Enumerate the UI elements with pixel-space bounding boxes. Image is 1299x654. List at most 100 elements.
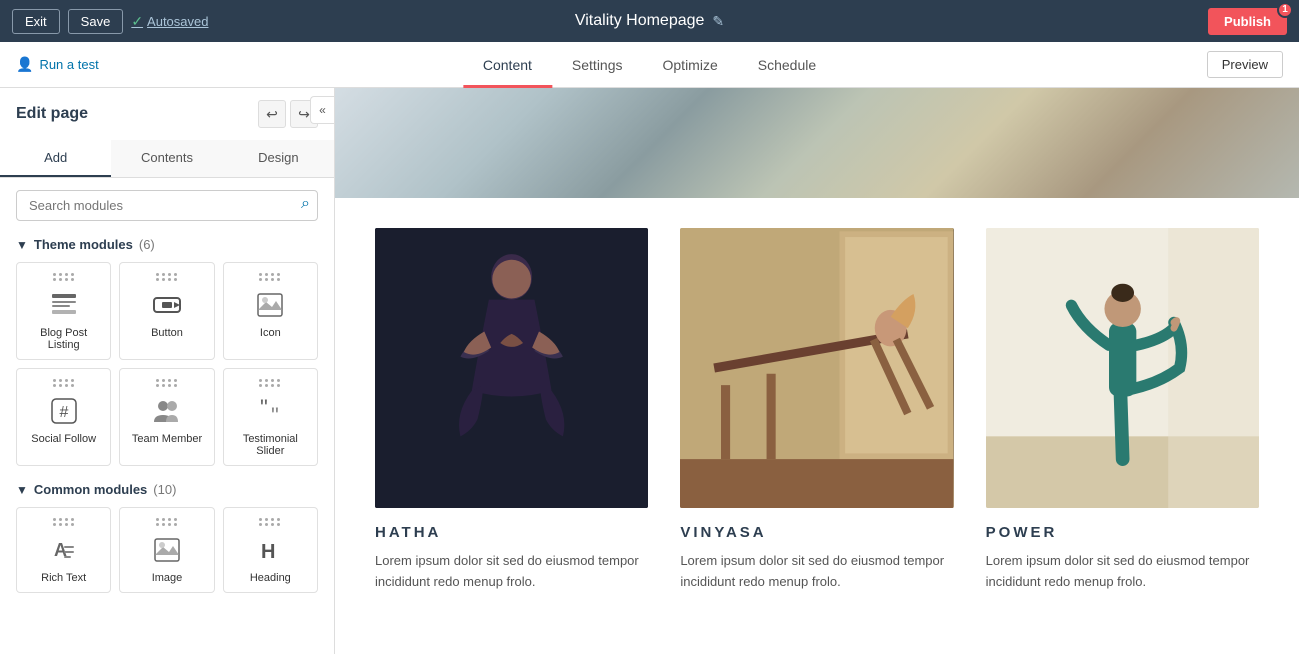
module-testimonial-slider[interactable]: " " Testimonial Slider xyxy=(223,368,318,466)
theme-modules-header[interactable]: ▼ Theme modules (6) xyxy=(16,237,318,252)
top-bar: Exit Save ✓ Autosaved Vitality Homepage … xyxy=(0,0,1299,42)
undo-button[interactable]: ↩ xyxy=(258,100,286,128)
checkmark-icon: ✓ xyxy=(131,13,143,30)
drag-dots xyxy=(259,379,281,387)
collapse-sidebar-button[interactable]: « xyxy=(310,96,334,124)
autosaved-link[interactable]: ✓ Autosaved xyxy=(131,13,208,30)
blog-post-listing-icon xyxy=(46,289,82,321)
search-icon[interactable]: ⌕ xyxy=(301,195,310,213)
module-social-follow[interactable]: # Social Follow xyxy=(16,368,111,466)
page-title: Vitality Homepage xyxy=(575,12,705,30)
image-module-icon xyxy=(149,534,185,566)
publish-button[interactable]: Publish 1 xyxy=(1208,8,1287,35)
module-icon[interactable]: Icon xyxy=(223,262,318,360)
icon-module-icon xyxy=(252,289,288,321)
card-power: POWER Lorem ipsum dolor sit sed do eiusm… xyxy=(986,228,1259,593)
exit-button[interactable]: Exit xyxy=(12,9,60,34)
card-vinyasa: VINYASA Lorem ipsum dolor sit sed do eiu… xyxy=(680,228,953,593)
common-chevron-icon: ▼ xyxy=(16,483,28,497)
card-text-hatha: Lorem ipsum dolor sit sed do eiusmod tem… xyxy=(375,551,648,593)
drag-dots xyxy=(53,518,75,526)
sidebar: « Edit page ↩ ↪ Add Contents Design ⌕ ▼ … xyxy=(0,88,335,654)
user-icon: 👤 xyxy=(16,56,33,73)
rich-text-icon: A xyxy=(46,534,82,566)
testimonial-slider-icon: " " xyxy=(252,395,288,427)
tab-content[interactable]: Content xyxy=(463,45,552,88)
top-bar-center: Vitality Homepage ✎ xyxy=(575,12,724,30)
module-blog-post-listing[interactable]: Blog Post Listing xyxy=(16,262,111,360)
publish-badge: 1 xyxy=(1277,2,1293,18)
module-rich-text[interactable]: A Rich Text xyxy=(16,507,111,593)
preview-button[interactable]: Preview xyxy=(1207,51,1283,78)
search-wrap: ⌕ xyxy=(0,178,334,229)
drag-dots xyxy=(156,518,178,526)
panel-tab-design[interactable]: Design xyxy=(223,140,334,177)
module-label-heading: Heading xyxy=(250,572,291,584)
card-text-power: Lorem ipsum dolor sit sed do eiusmod tem… xyxy=(986,551,1259,593)
main-layout: « Edit page ↩ ↪ Add Contents Design ⌕ ▼ … xyxy=(0,88,1299,654)
save-button[interactable]: Save xyxy=(68,9,124,34)
top-bar-right: Publish 1 xyxy=(1208,8,1287,35)
heading-icon: H xyxy=(252,534,288,566)
module-label-team-member: Team Member xyxy=(132,433,202,445)
drag-dots xyxy=(156,273,178,281)
theme-modules-grid: Blog Post Listing But xyxy=(16,262,318,466)
hero-image xyxy=(335,88,1299,198)
panel-tab-contents[interactable]: Contents xyxy=(111,140,222,177)
card-image-vinyasa xyxy=(680,228,953,508)
card-title-power: POWER xyxy=(986,524,1259,541)
top-bar-left: Exit Save ✓ Autosaved xyxy=(12,9,208,34)
tab-settings[interactable]: Settings xyxy=(552,45,643,88)
panel-tabs: Add Contents Design xyxy=(0,140,334,178)
module-label-social-follow: Social Follow xyxy=(31,433,96,445)
second-bar: 👤 Run a test Content Settings Optimize S… xyxy=(0,42,1299,88)
module-heading[interactable]: H Heading xyxy=(223,507,318,593)
main-nav-tabs: Content Settings Optimize Schedule xyxy=(463,43,836,86)
drag-dots xyxy=(53,379,75,387)
card-text-vinyasa: Lorem ipsum dolor sit sed do eiusmod tem… xyxy=(680,551,953,593)
social-follow-icon: # xyxy=(46,395,82,427)
module-image[interactable]: Image xyxy=(119,507,214,593)
common-modules-grid: A Rich Text xyxy=(16,507,318,593)
svg-text:": " xyxy=(260,397,268,420)
drag-dots xyxy=(156,379,178,387)
module-button[interactable]: Button xyxy=(119,262,214,360)
sidebar-header: Edit page ↩ ↪ xyxy=(0,88,334,128)
card-title-vinyasa: VINYASA xyxy=(680,524,953,541)
tab-optimize[interactable]: Optimize xyxy=(643,45,738,88)
tab-schedule[interactable]: Schedule xyxy=(738,45,836,88)
run-test-link[interactable]: 👤 Run a test xyxy=(16,56,99,73)
hero-strip xyxy=(335,88,1299,198)
common-modules-header[interactable]: ▼ Common modules (10) xyxy=(16,482,318,497)
button-icon xyxy=(149,289,185,321)
module-label-icon: Icon xyxy=(260,327,281,339)
search-input[interactable] xyxy=(16,190,318,221)
canvas: HATHA Lorem ipsum dolor sit sed do eiusm… xyxy=(335,88,1299,654)
drag-dots xyxy=(259,518,281,526)
drag-dots xyxy=(53,273,75,281)
edit-page-heading: Edit page xyxy=(16,105,88,123)
module-label-button: Button xyxy=(151,327,183,339)
module-label-rich-text: Rich Text xyxy=(41,572,86,584)
svg-text:H: H xyxy=(261,541,275,563)
module-team-member[interactable]: Team Member xyxy=(119,368,214,466)
card-hatha: HATHA Lorem ipsum dolor sit sed do eiusm… xyxy=(375,228,648,593)
svg-text:#: # xyxy=(59,404,68,421)
cards-grid: HATHA Lorem ipsum dolor sit sed do eiusm… xyxy=(375,228,1259,593)
team-member-icon xyxy=(149,395,185,427)
module-label-blog-post-listing: Blog Post Listing xyxy=(23,327,104,351)
undo-redo-controls: ↩ ↪ xyxy=(258,100,318,128)
content-area: HATHA Lorem ipsum dolor sit sed do eiusm… xyxy=(335,198,1299,633)
card-image-power xyxy=(986,228,1259,508)
svg-text:": " xyxy=(271,403,279,425)
theme-chevron-icon: ▼ xyxy=(16,238,28,252)
module-label-image: Image xyxy=(152,572,183,584)
panel-tab-add[interactable]: Add xyxy=(0,140,111,177)
edit-title-icon[interactable]: ✎ xyxy=(712,13,724,30)
common-modules-section: ▼ Common modules (10) A xyxy=(0,474,334,601)
card-image-hatha xyxy=(375,228,648,508)
theme-modules-section: ▼ Theme modules (6) xyxy=(0,229,334,474)
card-title-hatha: HATHA xyxy=(375,524,648,541)
drag-dots xyxy=(259,273,281,281)
module-label-testimonial-slider: Testimonial Slider xyxy=(230,433,311,457)
